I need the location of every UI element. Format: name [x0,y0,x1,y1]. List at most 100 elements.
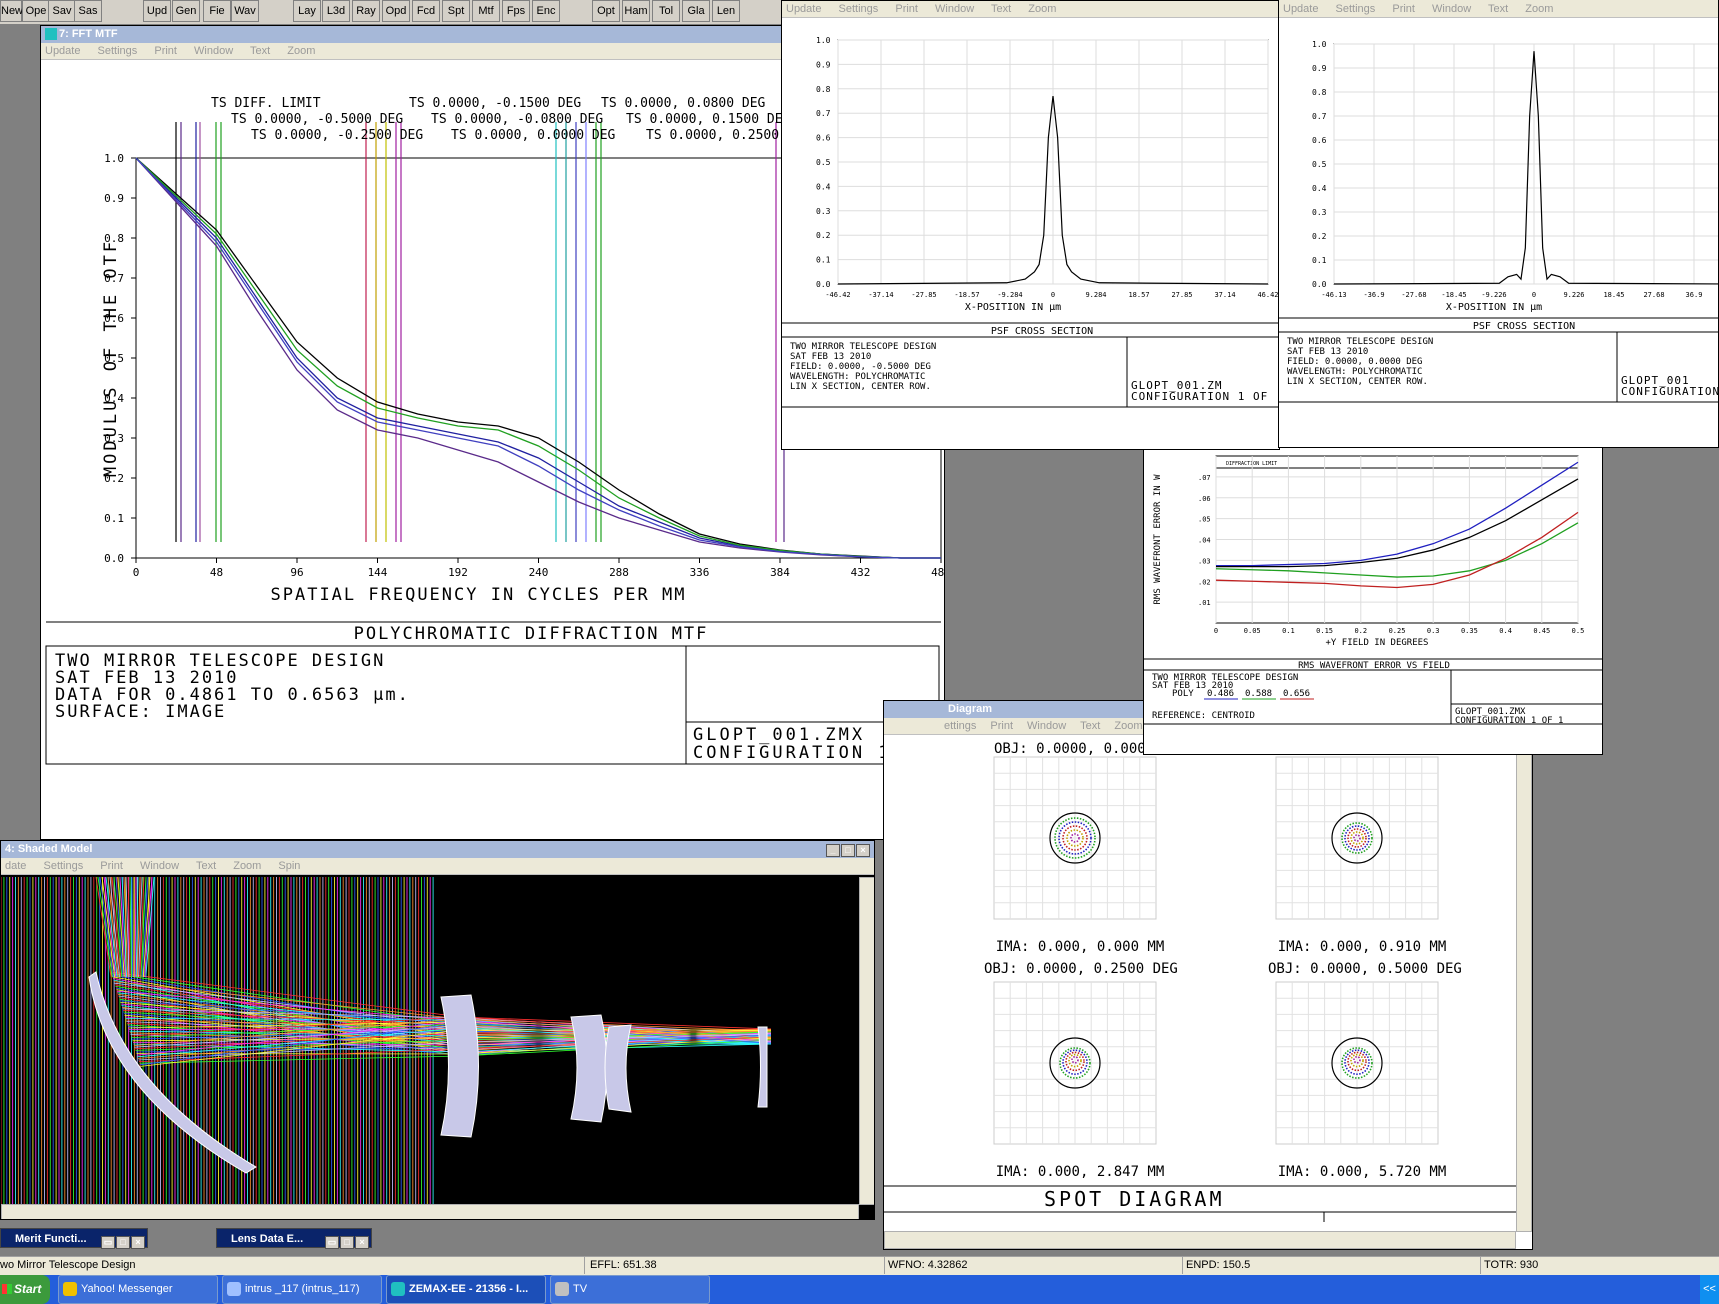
toolbar-button-opt[interactable]: Opt [592,0,620,22]
menu-update[interactable]: date [5,860,26,872]
taskbar-item-tv[interactable]: TV [550,1275,710,1304]
chart-caption: SPOT DIAGRAM [1044,1187,1225,1211]
menu-zoom[interactable]: Zoom [1114,720,1142,732]
shaded-model-view[interactable] [1,877,859,1205]
obj-label: OBJ: 0.0000, 0.5000 DEG [1268,961,1462,977]
menu-settings[interactable]: Settings [1336,3,1376,15]
menu-zoom[interactable]: Zoom [1028,3,1056,15]
taskbar-item-intrus[interactable]: intrus _117 (intrus_117) [222,1275,382,1304]
toolbar-button-sav[interactable]: Sav [48,0,76,22]
close-icon[interactable]: × [355,1235,369,1249]
toolbar-button-fps[interactable]: Fps [502,0,530,22]
toolbar-button-ray[interactable]: Ray [352,0,380,22]
menu-print[interactable]: Print [895,3,918,15]
psf2-menubar: Update Settings Print Window Text Zoom [1279,0,1718,18]
menu-print[interactable]: Print [100,860,123,872]
toolbar-button-l3d[interactable]: L3d [322,0,350,22]
y-tick-label: .05 [1198,516,1211,524]
toolbar-button-ope[interactable]: Ope [22,0,50,22]
y-tick-label: 0.9 [816,60,831,69]
x-tick-label: 432 [851,566,871,579]
vertical-scrollbar[interactable] [1516,737,1532,1232]
menu-window[interactable]: Window [1027,720,1066,732]
x-tick-label: -27.68 [1401,291,1426,299]
toolbar-button-upd[interactable]: Upd [143,0,171,22]
toolbar-button-opd[interactable]: Opd [382,0,410,22]
horizontal-scrollbar[interactable] [884,1231,1516,1249]
toolbar-button-tol[interactable]: Tol [652,0,680,22]
minimized-lens-data[interactable]: Lens Data E... ▭ □ × [216,1228,372,1249]
file-line: CONFIGURATION 1 OF 1 [1455,716,1563,726]
toolbar-button-fie[interactable]: Fie [203,0,231,22]
minimize-icon[interactable]: _ [826,843,840,857]
menu-window[interactable]: Window [1432,3,1471,15]
menu-update[interactable]: Update [786,3,821,15]
menu-print[interactable]: Print [990,720,1013,732]
menu-print[interactable]: Print [1392,3,1415,15]
x-tick-label: 480 [931,566,944,579]
legend-entry: TS 0.0000, 0.0800 DEG [601,96,766,111]
menu-text[interactable]: Text [196,860,216,872]
toolbar-button-gla[interactable]: Gla [682,0,710,22]
toolbar-button-ham[interactable]: Ham [622,0,650,22]
menu-zoom[interactable]: Zoom [287,45,315,57]
menu-update[interactable]: Update [45,45,80,57]
x-tick-label: 9.284 [1085,291,1106,299]
menu-text[interactable]: Text [250,45,270,57]
rms-wavefront-window[interactable]: DIFFRACTION LIMIT .01 .02 .03 .04 .05 .06 .07 0 0… [1143,440,1603,755]
legend-entry: TS 0.0000, -0.2500 DEG [251,128,423,143]
y-tick-label: 0.9 [1312,64,1327,73]
psf-window-2[interactable]: Update Settings Print Window Text Zoom 0… [1278,0,1719,448]
horizontal-scrollbar[interactable] [1,1204,859,1219]
restore-icon[interactable]: ▭ [101,1235,115,1249]
menu-window[interactable]: Window [935,3,974,15]
menu-text[interactable]: Text [1080,720,1100,732]
minimized-merit-function[interactable]: Merit Functi... ▭ □ × [0,1228,148,1249]
x-tick-label: 0 [1214,627,1218,635]
toolbar-button-gen[interactable]: Gen [172,0,200,22]
taskbar-item-yahoo[interactable]: Yahoo! Messenger [58,1275,218,1304]
menu-zoom[interactable]: Zoom [1525,3,1553,15]
toolbar-button-spt[interactable]: Spt [442,0,470,22]
toolbar-button-mtf[interactable]: Mtf [472,0,500,22]
shaded-titlebar[interactable]: 4: Shaded Model _ □ × [1,841,874,858]
window-title: Diagram [948,703,993,715]
maximize-icon[interactable]: □ [340,1235,354,1249]
toolbar-button-len[interactable]: Len [712,0,740,22]
toolbar-button-wav[interactable]: Wav [231,0,259,22]
close-icon[interactable]: × [856,843,870,857]
toolbar-button-new[interactable]: New [0,0,23,22]
menu-text[interactable]: Text [991,3,1011,15]
menu-text[interactable]: Text [1488,3,1508,15]
restore-icon[interactable]: ▭ [325,1235,339,1249]
menu-settings[interactable]: Settings [839,3,879,15]
taskbar-item-zemax[interactable]: ZEMAX-EE - 21356 - I... [386,1275,546,1304]
menu-ettings[interactable]: ettings [944,720,976,732]
vertical-scrollbar[interactable] [859,877,874,1205]
ray-path [134,877,137,978]
menu-settings[interactable]: Settings [98,45,138,57]
reference-label: REFERENCE: CENTROID [1152,711,1255,721]
x-tick-label: 0.35 [1461,627,1478,635]
start-button[interactable]: Start [0,1275,50,1304]
menu-window[interactable]: Window [140,860,179,872]
menu-update[interactable]: Update [1283,3,1318,15]
psf-window-1[interactable]: Update Settings Print Window Text Zoom 0… [781,0,1280,450]
shaded-model-window[interactable]: 4: Shaded Model _ □ × date Settings Print … [0,840,875,1220]
close-icon[interactable]: × [131,1235,145,1249]
menu-print[interactable]: Print [154,45,177,57]
toolbar-button-sas[interactable]: Sas [74,0,102,22]
menu-window[interactable]: Window [194,45,233,57]
tray-expand-button[interactable]: << [1700,1275,1719,1304]
menu-spin[interactable]: Spin [278,860,300,872]
x-axis-label: X-POSITION IN µm [965,302,1061,313]
maximize-icon[interactable]: □ [116,1235,130,1249]
maximize-icon[interactable]: □ [841,843,855,857]
toolbar-button-lay[interactable]: Lay [293,0,321,22]
toolbar-button-enc[interactable]: Enc [532,0,560,22]
menu-zoom[interactable]: Zoom [233,860,261,872]
spot-diagram-window[interactable]: Diagram ettings Print Window Text Zoom OBJ: … [883,700,1533,1250]
y-tick-label: 1.0 [816,36,831,45]
toolbar-button-fcd[interactable]: Fcd [412,0,440,22]
menu-settings[interactable]: Settings [43,860,83,872]
